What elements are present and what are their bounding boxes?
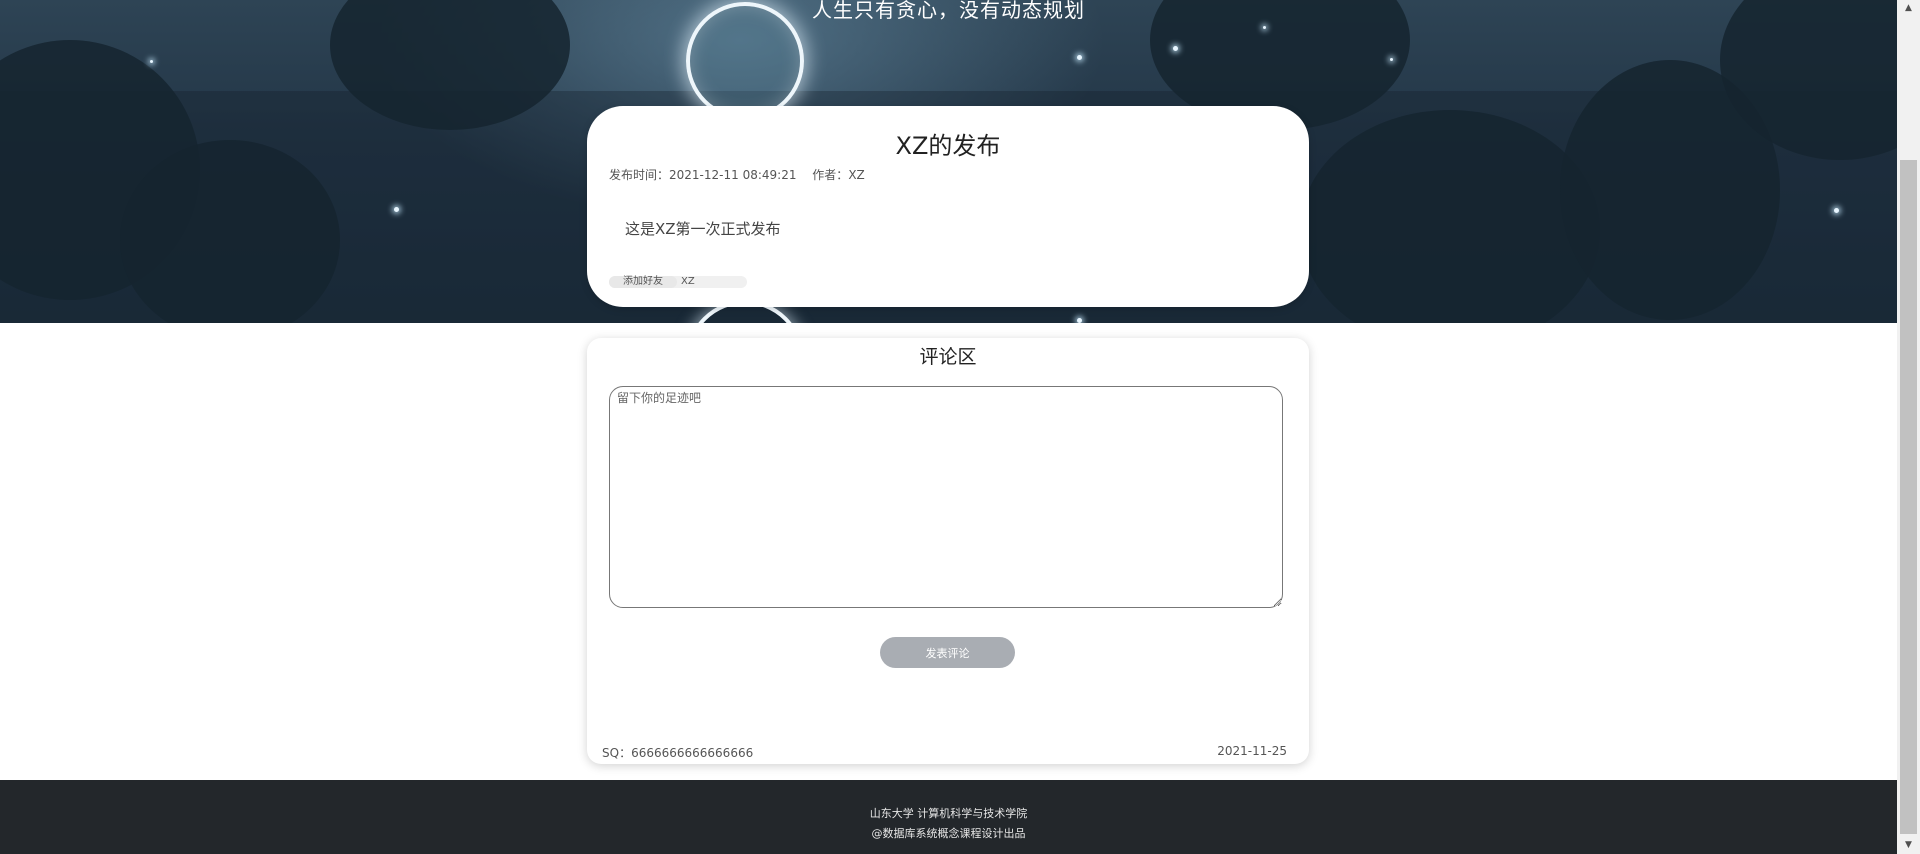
- author-value: XZ: [848, 168, 865, 182]
- footer-credit: @数据库系统概念课程设计出品: [871, 827, 1026, 840]
- friend-name[interactable]: XZ: [681, 276, 695, 288]
- post-content: 这是XZ第一次正式发布: [625, 220, 781, 238]
- star: [1173, 46, 1178, 51]
- add-friend-button[interactable]: 添加好友: [609, 276, 677, 288]
- star: [1390, 58, 1393, 61]
- star: [1834, 208, 1839, 213]
- publish-time-label: 发布时间：: [609, 168, 670, 182]
- star: [1077, 55, 1082, 60]
- author-label: 作者：: [812, 168, 849, 182]
- star: [394, 207, 399, 212]
- comment-section-title: 评论区: [919, 346, 977, 368]
- comment-input[interactable]: [609, 386, 1283, 608]
- post-meta: 发布时间：2021-12-11 08:49:21 作者：XZ: [609, 166, 877, 183]
- page: 人生只有贪心，没有动态规划 XZ的发布 发布时间：2021-12-11 08:4…: [0, 0, 1897, 854]
- site-motto: 人生只有贪心，没有动态规划: [812, 0, 1085, 22]
- author: 作者：XZ: [812, 168, 864, 182]
- comment-user: SQ：6666666666666666: [602, 746, 754, 760]
- submit-comment-button[interactable]: 发表评论: [880, 637, 1015, 668]
- publish-time: 发布时间：2021-12-11 08:49:21: [609, 168, 796, 182]
- star: [1077, 318, 1082, 323]
- post-card: XZ的发布 发布时间：2021-12-11 08:49:21 作者：XZ 这是X…: [587, 106, 1309, 307]
- scroll-up-icon[interactable]: ▲: [1897, 0, 1920, 17]
- publish-time-value: 2021-12-11 08:49:21: [669, 168, 797, 182]
- star: [1263, 26, 1266, 29]
- scroll-thumb[interactable]: [1900, 160, 1917, 834]
- star: [150, 60, 153, 63]
- footer-school: 山东大学 计算机科学与技术学院: [869, 807, 1028, 820]
- comment-section: 评论区 发表评论 SQ：6666666666666666 2021-11-25: [587, 338, 1309, 764]
- comment-date: 2021-11-25: [1217, 744, 1287, 758]
- scroll-down-icon[interactable]: ▼: [1897, 837, 1920, 854]
- post-title: XZ的发布: [895, 132, 1001, 160]
- vertical-scrollbar[interactable]: ▲ ▼: [1897, 0, 1920, 854]
- site-footer: 山东大学 计算机科学与技术学院 @数据库系统概念课程设计出品: [0, 780, 1897, 854]
- friend-tag: 添加好友 XZ: [609, 276, 747, 288]
